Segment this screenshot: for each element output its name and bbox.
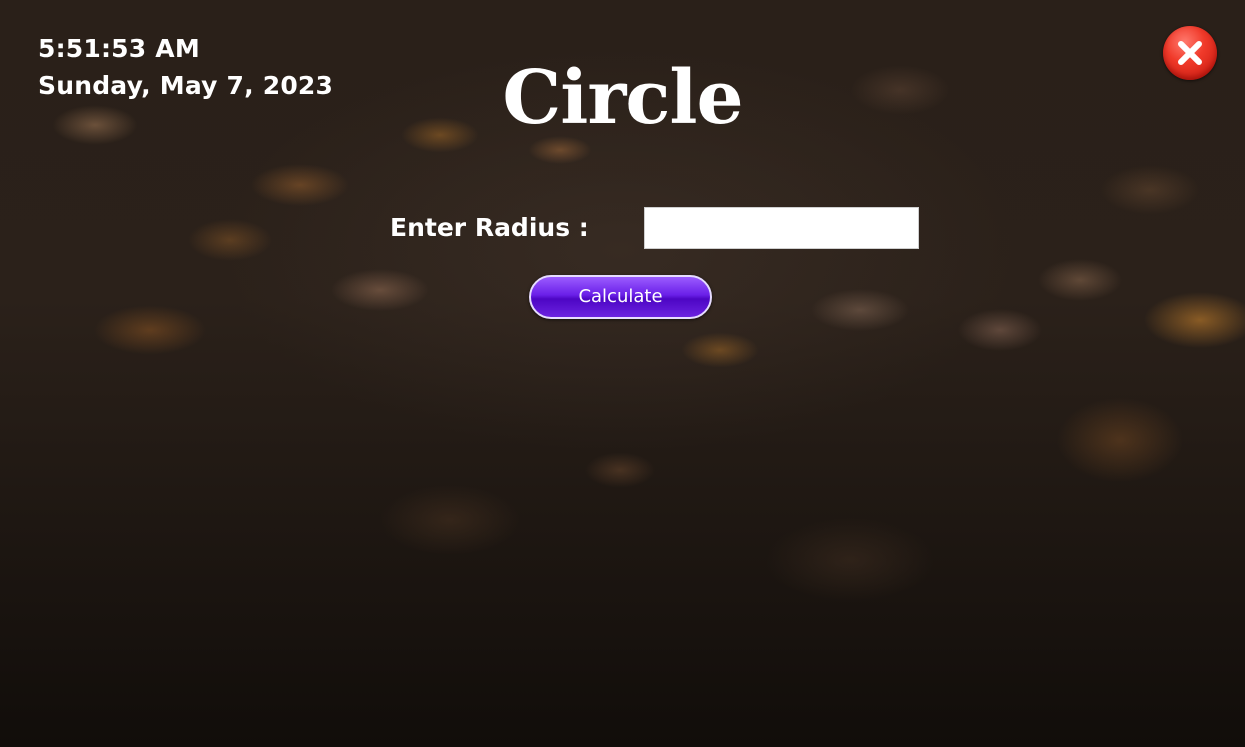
calculate-button[interactable]: Calculate	[529, 275, 712, 319]
close-x-icon	[1178, 41, 1202, 65]
radius-label: Enter Radius :	[390, 213, 589, 242]
close-button[interactable]	[1163, 26, 1217, 80]
radius-input[interactable]	[644, 207, 919, 249]
page-title: Circle	[0, 48, 1245, 148]
page-title-text: Circle	[502, 55, 743, 141]
